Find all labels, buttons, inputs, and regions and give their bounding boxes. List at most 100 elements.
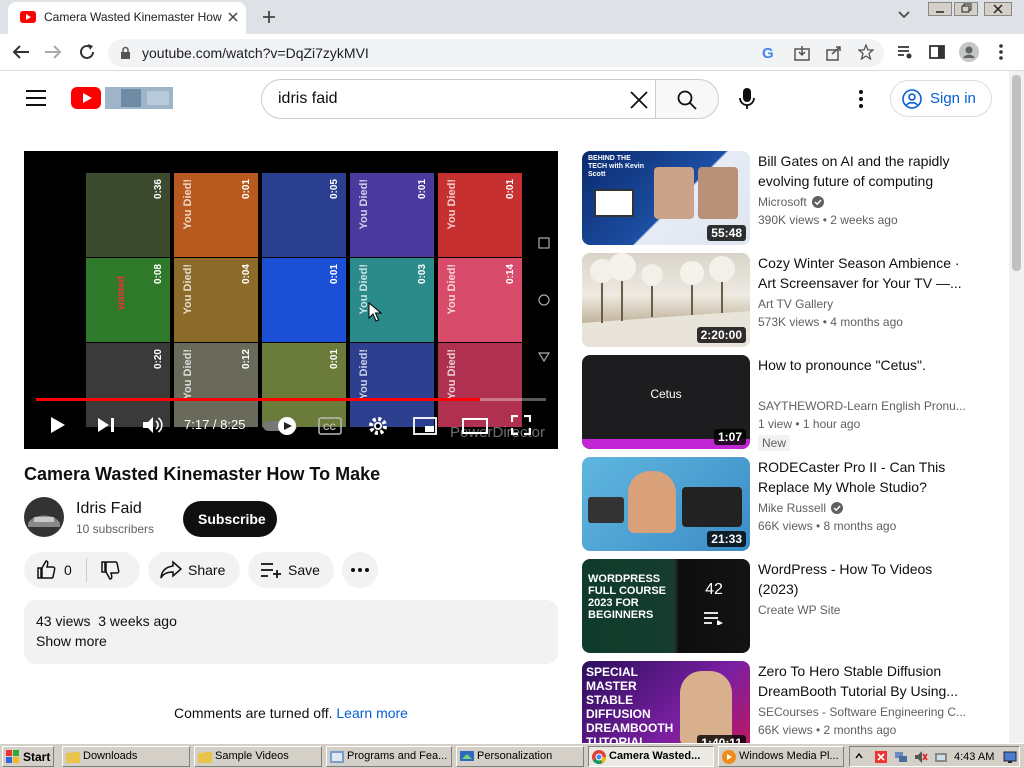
- address-bar[interactable]: youtube.com/watch?v=DqZi7zykMVI G: [108, 39, 884, 67]
- tray-misc-icon[interactable]: [934, 750, 948, 764]
- video-thumbnail[interactable]: 21:33: [582, 457, 750, 551]
- volume-muted-icon[interactable]: [914, 750, 928, 764]
- volume-icon[interactable]: [142, 415, 164, 435]
- media-controls-icon[interactable]: [897, 44, 913, 60]
- share-page-icon[interactable]: [826, 45, 842, 61]
- related-video-card[interactable]: WORDPRESS FULL COURSE 2023 FOR BEGINNERS…: [582, 559, 1012, 655]
- theater-mode-icon[interactable]: [462, 418, 488, 434]
- video-player[interactable]: 0:36 You Died! 0:01 0:05 You Died! 0:01 You Di…: [24, 151, 558, 449]
- taskbar-item-sample-videos[interactable]: Sample Videos: [194, 746, 322, 767]
- related-video-title[interactable]: Zero To Hero Stable Diffusion DreamBooth…: [758, 661, 968, 701]
- taskbar-item-downloads[interactable]: Downloads: [62, 746, 190, 767]
- lock-icon[interactable]: [120, 46, 131, 60]
- more-options-icon[interactable]: [994, 155, 998, 171]
- next-icon[interactable]: [97, 417, 115, 433]
- related-video-channel[interactable]: Microsoft: [758, 195, 968, 209]
- browser-menu-icon[interactable]: [999, 44, 1003, 60]
- google-icon[interactable]: G: [762, 45, 774, 62]
- search-box[interactable]: idris faid: [261, 79, 656, 119]
- miniplayer-icon[interactable]: [413, 417, 437, 435]
- restore-window-icon[interactable]: [954, 2, 978, 16]
- settings-more-icon[interactable]: [859, 90, 863, 108]
- taskbar-item-programs[interactable]: Programs and Fea...: [326, 746, 452, 767]
- youtube-logo[interactable]: [71, 87, 173, 109]
- more-options-icon[interactable]: [994, 461, 998, 477]
- minimize-window-icon[interactable]: [928, 2, 952, 16]
- channel-name[interactable]: Mike Russell: [758, 501, 826, 515]
- page-scrollbar[interactable]: [1009, 71, 1024, 743]
- start-button[interactable]: Start: [2, 746, 54, 767]
- install-icon[interactable]: [794, 45, 810, 61]
- video-thumbnail[interactable]: WORDPRESS FULL COURSE 2023 FOR BEGINNERS…: [582, 559, 750, 653]
- video-thumbnail[interactable]: SPECIAL MASTER STABLE DIFFUSION DREAMBOO…: [582, 661, 750, 755]
- close-tab-icon[interactable]: [226, 10, 240, 24]
- related-video-title[interactable]: WordPress - How To Videos (2023): [758, 559, 968, 599]
- taskbar-item-chrome[interactable]: Camera Wasted...: [588, 746, 714, 767]
- clear-search-icon[interactable]: [629, 90, 649, 110]
- autoplay-toggle[interactable]: [263, 417, 299, 435]
- reload-icon[interactable]: [78, 43, 96, 61]
- taskbar-item-personalization[interactable]: Personalization: [456, 746, 584, 767]
- channel-avatar[interactable]: [24, 497, 64, 537]
- save-button[interactable]: Save: [248, 552, 334, 588]
- related-video-channel[interactable]: Create WP Site: [758, 603, 968, 617]
- show-more-link[interactable]: Show more: [36, 633, 107, 649]
- share-button[interactable]: Share: [148, 552, 240, 588]
- settings-gear-icon[interactable]: [367, 415, 389, 437]
- fullscreen-icon[interactable]: [511, 415, 531, 435]
- scrollbar-thumb[interactable]: [1012, 75, 1021, 271]
- video-thumbnail[interactable]: BEHIND THE TECH with Kevin Scott 55:48: [582, 151, 750, 245]
- bookmark-star-icon[interactable]: [858, 44, 874, 60]
- close-window-icon[interactable]: [984, 2, 1012, 16]
- related-video-card[interactable]: Cetus 1:07 How to pronounce "Cetus". SAYTHE…: [582, 355, 1012, 451]
- related-video-card[interactable]: BEHIND THE TECH with Kevin Scott 55:48 Bil…: [582, 151, 1012, 247]
- video-thumbnail[interactable]: Cetus 1:07: [582, 355, 750, 449]
- captions-icon[interactable]: CC: [318, 417, 342, 435]
- more-options-icon[interactable]: [994, 665, 998, 681]
- search-button[interactable]: [655, 79, 719, 119]
- related-video-title[interactable]: RODECaster Pro II - Can This Replace My …: [758, 457, 968, 497]
- related-video-channel[interactable]: Mike Russell: [758, 501, 968, 515]
- more-options-icon[interactable]: [994, 359, 998, 375]
- channel-name[interactable]: SECourses - Software Engineering C...: [758, 705, 966, 719]
- tray-app-icon[interactable]: [874, 750, 888, 764]
- learn-more-link[interactable]: Learn more: [336, 705, 408, 721]
- channel-name[interactable]: SAYTHEWORD-Learn English Pronu...: [758, 399, 966, 413]
- related-video-channel[interactable]: SAYTHEWORD-Learn English Pronu...: [758, 399, 968, 413]
- network-icon[interactable]: [894, 750, 908, 764]
- dislike-button[interactable]: [88, 552, 140, 588]
- play-icon[interactable]: [50, 416, 66, 434]
- more-options-icon[interactable]: [994, 563, 998, 579]
- tray-expand-icon[interactable]: [855, 751, 863, 761]
- taskbar-item-media-player[interactable]: Windows Media Pl...: [718, 746, 844, 767]
- browser-tab[interactable]: Camera Wasted Kinemaster How To Make: [8, 2, 246, 34]
- channel-name[interactable]: Idris Faid: [76, 500, 142, 518]
- search-input[interactable]: idris faid: [278, 90, 338, 108]
- sign-in-button[interactable]: Sign in: [890, 80, 992, 117]
- microphone-icon[interactable]: [739, 88, 755, 110]
- side-panel-icon[interactable]: [929, 44, 945, 60]
- media-player-icon: [722, 750, 736, 764]
- related-video-title[interactable]: Bill Gates on AI and the rapidly evolvin…: [758, 151, 968, 191]
- related-video-channel[interactable]: SECourses - Software Engineering C...: [758, 705, 968, 719]
- channel-name[interactable]: Microsoft: [758, 195, 807, 209]
- forward-icon[interactable]: [44, 44, 62, 60]
- related-video-title[interactable]: How to pronounce "Cetus".: [758, 355, 968, 375]
- hamburger-menu-icon[interactable]: [26, 89, 46, 107]
- more-actions-button[interactable]: [342, 552, 378, 588]
- subscribe-button[interactable]: Subscribe: [183, 501, 277, 537]
- related-video-card[interactable]: 2:20:00 Cozy Winter Season Ambience · Art…: [582, 253, 1012, 349]
- video-thumbnail[interactable]: 2:20:00: [582, 253, 750, 347]
- show-desktop-icon[interactable]: [1003, 750, 1017, 764]
- related-video-card[interactable]: 21:33 RODECaster Pro II - Can This Replac…: [582, 457, 1012, 553]
- description-box[interactable]: 43 views 3 weeks ago Show more: [24, 600, 558, 664]
- channel-name[interactable]: Create WP Site: [758, 603, 840, 617]
- chevron-down-icon[interactable]: [898, 11, 910, 19]
- related-video-channel[interactable]: Art TV Gallery: [758, 297, 968, 311]
- new-tab-icon[interactable]: [261, 9, 277, 25]
- more-options-icon[interactable]: [994, 257, 998, 273]
- profile-icon[interactable]: [959, 42, 979, 62]
- back-icon[interactable]: [12, 44, 30, 60]
- channel-name[interactable]: Art TV Gallery: [758, 297, 833, 311]
- related-video-title[interactable]: Cozy Winter Season Ambience · Art Screen…: [758, 253, 968, 293]
